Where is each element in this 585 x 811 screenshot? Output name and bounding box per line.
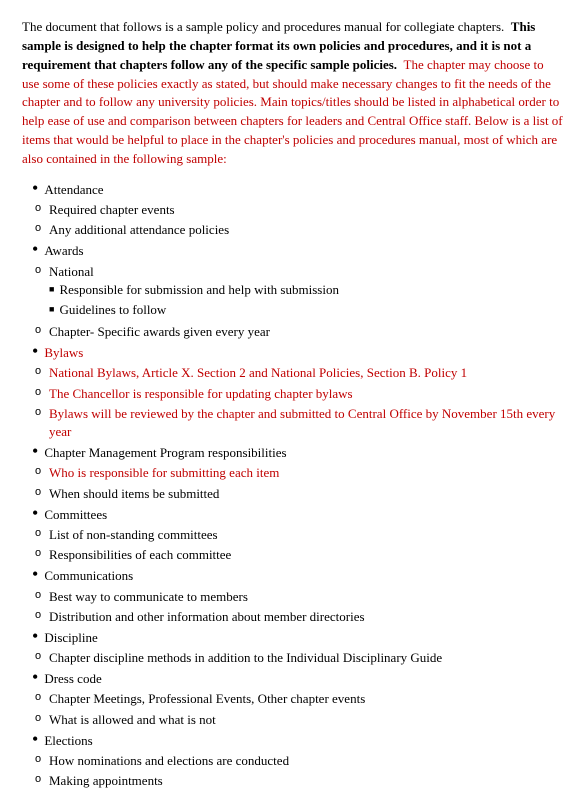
- sub-item: o National Bylaws, Article X. Section 2 …: [32, 364, 563, 382]
- circle-o-icon: o: [32, 222, 44, 234]
- circle-o-icon: o: [32, 609, 44, 621]
- sub-item: o How nominations and elections are cond…: [32, 752, 563, 770]
- circle-o-icon: o: [32, 365, 44, 377]
- sub-label: The Chancellor is responsible for updati…: [49, 386, 353, 401]
- bullet-dot-icon: •: [32, 240, 38, 258]
- sub-item: o Best way to communicate to members: [32, 588, 563, 606]
- sub-item: o Responsibilities of each committee: [32, 546, 563, 564]
- sub-label: Bylaws will be reviewed by the chapter a…: [49, 406, 555, 439]
- sub-label: How nominations and elections are conduc…: [49, 753, 289, 768]
- sub-label: Chapter- Specific awards given every yea…: [49, 324, 270, 339]
- list-item: • Communications o Best way to communica…: [32, 567, 563, 626]
- list-item: • Bylaws o National Bylaws, Article X. S…: [32, 344, 563, 441]
- circle-o-icon: o: [32, 324, 44, 336]
- sub-item: o Chapter discipline methods in addition…: [32, 649, 563, 667]
- sub-label: National: [49, 264, 94, 279]
- circle-o-icon: o: [32, 753, 44, 765]
- bullet-label: Discipline: [44, 629, 97, 647]
- sub-sub-label: Guidelines to follow: [59, 301, 166, 319]
- sub-item: o National ■ Responsible for submission …: [32, 263, 563, 322]
- sub-label: Distribution and other information about…: [49, 609, 365, 624]
- sub-item: o Any additional attendance policies: [32, 221, 563, 239]
- sub-label: Chapter discipline methods in addition t…: [49, 650, 442, 665]
- bullet-label: Elections: [44, 732, 92, 750]
- bullet-label: Committees: [44, 506, 107, 524]
- bullet-dot-icon: •: [32, 627, 38, 645]
- circle-o-icon: o: [32, 406, 44, 418]
- circle-o-icon: o: [32, 527, 44, 539]
- circle-o-icon: o: [32, 486, 44, 498]
- sub-item: o Making appointments: [32, 772, 563, 790]
- bullet-label: Communications: [44, 567, 133, 585]
- sub-label: Required chapter events: [49, 202, 175, 217]
- bullet-label: Awards: [44, 242, 83, 260]
- circle-o-icon: o: [32, 465, 44, 477]
- sub-label: Best way to communicate to members: [49, 589, 248, 604]
- sub-label: Responsibilities of each committee: [49, 547, 231, 562]
- sub-item: o Chapter- Specific awards given every y…: [32, 323, 563, 341]
- bullet-dot-icon: •: [32, 565, 38, 583]
- intro-text-3: The chapter may choose to use some of th…: [22, 57, 563, 166]
- circle-o-icon: o: [32, 547, 44, 559]
- list-item: • Chapter Management Program responsibil…: [32, 444, 563, 503]
- sub-item: o Required chapter events: [32, 201, 563, 219]
- circle-o-icon: o: [32, 650, 44, 662]
- bullet-label: Chapter Management Program responsibilit…: [44, 444, 286, 462]
- bullet-dot-icon: •: [32, 668, 38, 686]
- circle-o-icon: o: [32, 264, 44, 276]
- sub-sub-item: ■ Guidelines to follow: [49, 301, 339, 319]
- sub-label: When should items be submitted: [49, 486, 219, 501]
- square-bullet-icon: ■: [49, 284, 54, 294]
- circle-o-icon: o: [32, 589, 44, 601]
- sub-label: Who is responsible for submitting each i…: [49, 465, 279, 480]
- sub-item: o List of non-standing committees: [32, 526, 563, 544]
- circle-o-icon: o: [32, 202, 44, 214]
- list-item: • Discipline o Chapter discipline method…: [32, 629, 563, 667]
- bullet-label: Bylaws: [44, 344, 83, 362]
- sub-label: Chapter Meetings, Professional Events, O…: [49, 691, 365, 706]
- main-list: • Attendance o Required chapter events o…: [32, 181, 563, 791]
- circle-o-icon: o: [32, 691, 44, 703]
- intro-text-1: The document that follows is a sample po…: [22, 19, 504, 34]
- bullet-label: Attendance: [44, 181, 103, 199]
- sub-label: What is allowed and what is not: [49, 712, 216, 727]
- circle-o-icon: o: [32, 773, 44, 785]
- sub-item: o Who is responsible for submitting each…: [32, 464, 563, 482]
- circle-o-icon: o: [32, 386, 44, 398]
- bullet-dot-icon: •: [32, 342, 38, 360]
- sub-item: o What is allowed and what is not: [32, 711, 563, 729]
- sub-item: o Distribution and other information abo…: [32, 608, 563, 626]
- intro-paragraph: The document that follows is a sample po…: [22, 18, 563, 169]
- sub-label: Any additional attendance policies: [49, 222, 229, 237]
- sub-label: National Bylaws, Article X. Section 2 an…: [49, 365, 467, 380]
- sub-item: o Bylaws will be reviewed by the chapter…: [32, 405, 563, 441]
- sub-sub-label: Responsible for submission and help with…: [59, 281, 339, 299]
- list-item: • Dress code o Chapter Meetings, Profess…: [32, 670, 563, 729]
- table-of-contents: • Attendance o Required chapter events o…: [22, 181, 563, 791]
- bullet-label: Dress code: [44, 670, 101, 688]
- bullet-dot-icon: •: [32, 504, 38, 522]
- sub-label: List of non-standing committees: [49, 527, 218, 542]
- sub-item: o The Chancellor is responsible for upda…: [32, 385, 563, 403]
- list-item: • Attendance o Required chapter events o…: [32, 181, 563, 240]
- sub-label: Making appointments: [49, 773, 163, 788]
- list-item: • Elections o How nominations and electi…: [32, 732, 563, 791]
- circle-o-icon: o: [32, 712, 44, 724]
- bullet-dot-icon: •: [32, 179, 38, 197]
- bullet-dot-icon: •: [32, 442, 38, 460]
- list-item: • Committees o List of non-standing comm…: [32, 506, 563, 565]
- list-item: • Awards o National ■ Responsible for su…: [32, 242, 563, 341]
- square-bullet-icon: ■: [49, 304, 54, 314]
- sub-sub-item: ■ Responsible for submission and help wi…: [49, 281, 339, 299]
- bullet-dot-icon: •: [32, 730, 38, 748]
- sub-item: o Chapter Meetings, Professional Events,…: [32, 690, 563, 708]
- sub-item: o When should items be submitted: [32, 485, 563, 503]
